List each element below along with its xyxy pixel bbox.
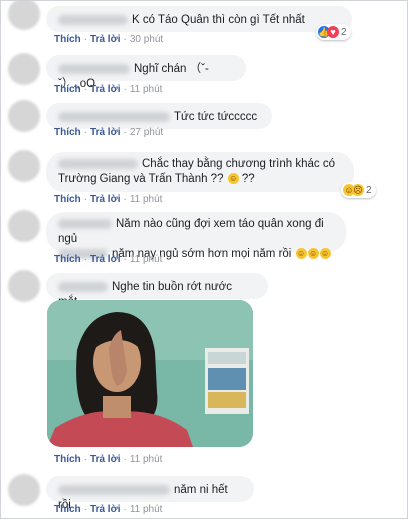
- separator: ·: [83, 34, 88, 45]
- separator: ·: [83, 254, 88, 265]
- commenter-avatar[interactable]: [8, 0, 40, 30]
- separator: ·: [123, 84, 127, 95]
- reaction-summary[interactable]: ☺ ☹ 2: [341, 182, 376, 198]
- separator: ·: [83, 84, 88, 95]
- comment-actions: Thích · Trả lời · 11 phút: [54, 84, 162, 95]
- separator: ·: [83, 454, 88, 465]
- commenter-avatar[interactable]: [8, 100, 40, 132]
- reaction-count: 2: [366, 184, 372, 196]
- commenter-avatar[interactable]: [8, 474, 40, 506]
- comment-bubble: Chắc thay bằng chương trình khác có Trườ…: [46, 152, 354, 192]
- comment-actions: Thích · Trả lời · 27 phút: [54, 127, 163, 138]
- commenter-name[interactable]: [58, 484, 170, 495]
- reply-link[interactable]: Trả lời: [90, 504, 120, 515]
- comment-timestamp[interactable]: 11 phút: [130, 194, 163, 205]
- reaction-count: 2: [341, 26, 347, 38]
- laughing-emoji: ☺: [307, 248, 319, 260]
- like-link[interactable]: Thích: [54, 194, 81, 205]
- comment-actions: Thích · Trả lời · 30 phút: [54, 34, 163, 45]
- commenter-name[interactable]: [58, 111, 170, 122]
- comment-timestamp[interactable]: 27 phút: [130, 127, 163, 138]
- comment-timestamp[interactable]: 30 phút: [130, 34, 163, 45]
- commenter-avatar[interactable]: [8, 53, 40, 85]
- reply-link[interactable]: Trả lời: [90, 34, 120, 45]
- commenter-name[interactable]: [58, 14, 128, 25]
- comment-text-line1: Chắc thay bằng chương trình khác có: [142, 158, 335, 170]
- comment-actions: Thích · Trả lời · 11 phút: [54, 254, 162, 265]
- comment-timestamp[interactable]: 11 phút: [130, 84, 163, 95]
- reply-link[interactable]: Trả lời: [90, 127, 120, 138]
- laughing-emoji: ☺: [295, 248, 307, 260]
- comment-bubble: Năm nào cũng đợi xem táo quân xong đi ng…: [46, 212, 346, 260]
- comment-timestamp[interactable]: 11 phút: [130, 504, 163, 515]
- comment-actions: Thích · Trả lời · 11 phút: [54, 504, 162, 515]
- commenter-avatar[interactable]: [8, 210, 40, 242]
- comment-bubble: Nghĩ chán （ˇ-ˇ）.,oO: [46, 55, 246, 90]
- commenter-name[interactable]: [58, 158, 138, 169]
- comment-actions: Thích · Trả lời · 11 phút: [54, 194, 162, 205]
- like-link[interactable]: Thích: [54, 504, 81, 515]
- commenter-name[interactable]: [58, 63, 130, 74]
- comment-text: K có Táo Quân thì còn gì Tết nhất: [132, 14, 305, 26]
- comment-timestamp[interactable]: 11 phút: [130, 454, 163, 465]
- like-link[interactable]: Thích: [54, 34, 81, 45]
- separator: ·: [123, 454, 127, 465]
- like-link[interactable]: Thích: [54, 127, 81, 138]
- comment-photo[interactable]: [47, 300, 253, 447]
- separator: ·: [83, 194, 88, 205]
- like-link[interactable]: Thích: [54, 254, 81, 265]
- separator: ·: [123, 127, 127, 138]
- comment-timestamp[interactable]: 11 phút: [130, 254, 163, 265]
- comment-text: Tức tức tứccccc: [174, 111, 258, 123]
- reply-link[interactable]: Trả lời: [90, 84, 120, 95]
- like-link[interactable]: Thích: [54, 454, 81, 465]
- comment-bubble: Nghe tin buồn rớt nước mắt...: [46, 273, 268, 308]
- laughing-emoji: ☺: [319, 248, 331, 260]
- commenter-name[interactable]: [58, 218, 112, 229]
- reply-link[interactable]: Trả lời: [90, 254, 120, 265]
- commenter-name[interactable]: [58, 281, 108, 292]
- separator: ·: [123, 194, 127, 205]
- reaction-summary[interactable]: 👍 ♥ 2: [316, 24, 351, 40]
- separator: ·: [123, 254, 127, 265]
- separator: ·: [123, 34, 127, 45]
- commenter-avatar[interactable]: [8, 270, 40, 302]
- separator: ·: [123, 504, 127, 515]
- comment-bubble: K có Táo Quân thì còn gì Tết nhất: [46, 6, 352, 32]
- sad-icon: ☹: [352, 184, 364, 196]
- heart-icon: ♥: [327, 26, 339, 38]
- reply-link[interactable]: Trả lời: [90, 454, 120, 465]
- separator: ·: [83, 127, 88, 138]
- comment-actions: Thích · Trả lời · 11 phút: [54, 454, 162, 465]
- comment-bubble: năm ni hết rồi: [46, 476, 254, 511]
- comment-text-suffix: ??: [241, 173, 255, 185]
- commenter-avatar[interactable]: [8, 150, 40, 182]
- reply-link[interactable]: Trả lời: [90, 194, 120, 205]
- separator: ·: [83, 504, 88, 515]
- comment-bubble: Tức tức tứccccc: [46, 103, 272, 129]
- photo-image: [47, 300, 253, 447]
- like-link[interactable]: Thích: [54, 84, 81, 95]
- grinning-emoji: ☺: [227, 173, 239, 185]
- comment-text-line2: Trường Giang và Trấn Thành ??: [58, 173, 224, 185]
